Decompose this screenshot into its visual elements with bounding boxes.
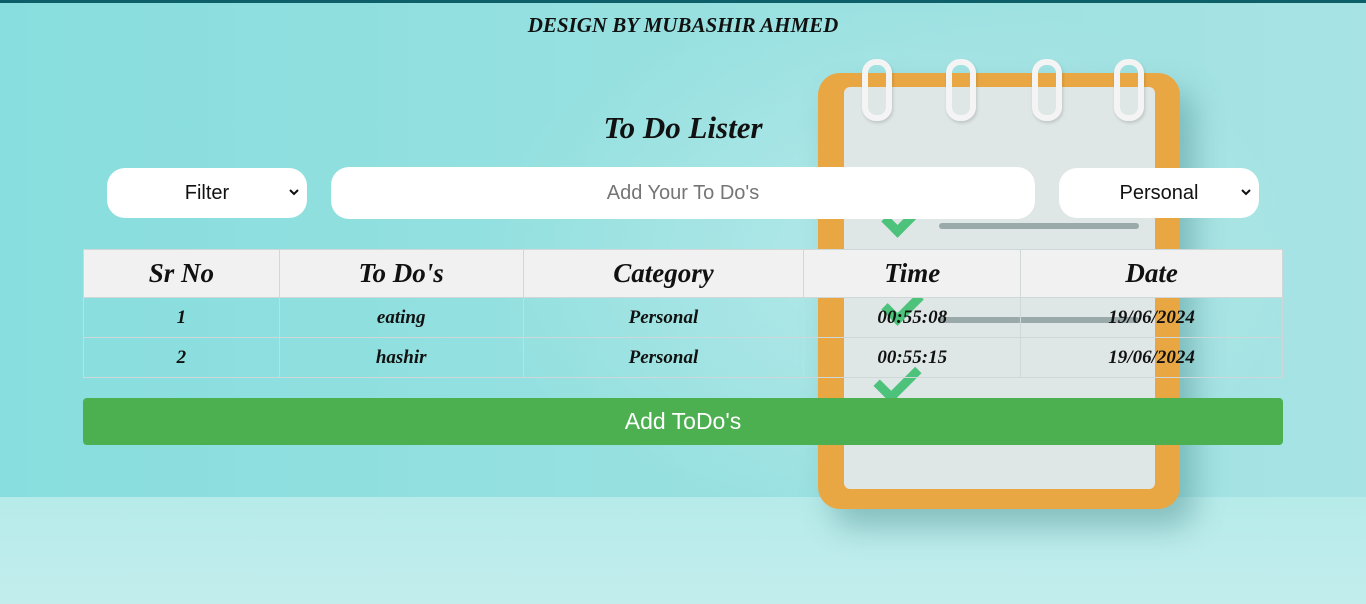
category-select[interactable]: Personal: [1059, 168, 1259, 218]
cell-todo: eating: [278, 297, 524, 338]
top-border: [0, 0, 1366, 3]
header-date: Date: [1020, 249, 1283, 298]
notepad-line: [939, 223, 1139, 229]
chevron-down-icon: [289, 189, 299, 196]
todo-table: Sr No To Do's Category Time Date 1 eatin…: [83, 249, 1283, 378]
cell-time: 00:55:08: [803, 297, 1022, 338]
header-time: Time: [803, 249, 1022, 298]
cell-sr-no: 1: [83, 297, 280, 338]
table-row: 1 eating Personal 00:55:08 19/06/2024: [83, 297, 1283, 338]
table-header-row: Sr No To Do's Category Time Date: [83, 249, 1283, 298]
filter-select-value: Filter: [184, 181, 230, 204]
filter-select[interactable]: Filter: [107, 168, 307, 218]
background-floor: [0, 497, 1366, 604]
cell-todo: hashir: [278, 337, 524, 378]
cell-date: 19/06/2024: [1020, 297, 1283, 338]
table-row: 2 hashir Personal 00:55:15 19/06/2024: [83, 337, 1283, 378]
header-sr-no: Sr No: [83, 249, 280, 298]
add-todo-button[interactable]: Add ToDo's: [83, 398, 1283, 445]
header-todos: To Do's: [278, 249, 524, 298]
cell-sr-no: 2: [83, 337, 280, 378]
todo-input-wrapper: [331, 167, 1035, 219]
page-title: To Do Lister: [603, 110, 763, 145]
cell-category: Personal: [522, 297, 805, 338]
designer-credit: DESIGN BY MUBASHIR AHMED: [527, 13, 839, 37]
todo-input[interactable]: [341, 180, 1025, 206]
category-select-value: Personal: [1119, 181, 1199, 204]
cell-category: Personal: [522, 337, 805, 378]
cell-time: 00:55:15: [803, 337, 1022, 378]
cell-date: 19/06/2024: [1020, 337, 1283, 378]
header-category: Category: [522, 249, 805, 298]
chevron-down-icon: [1241, 189, 1251, 196]
